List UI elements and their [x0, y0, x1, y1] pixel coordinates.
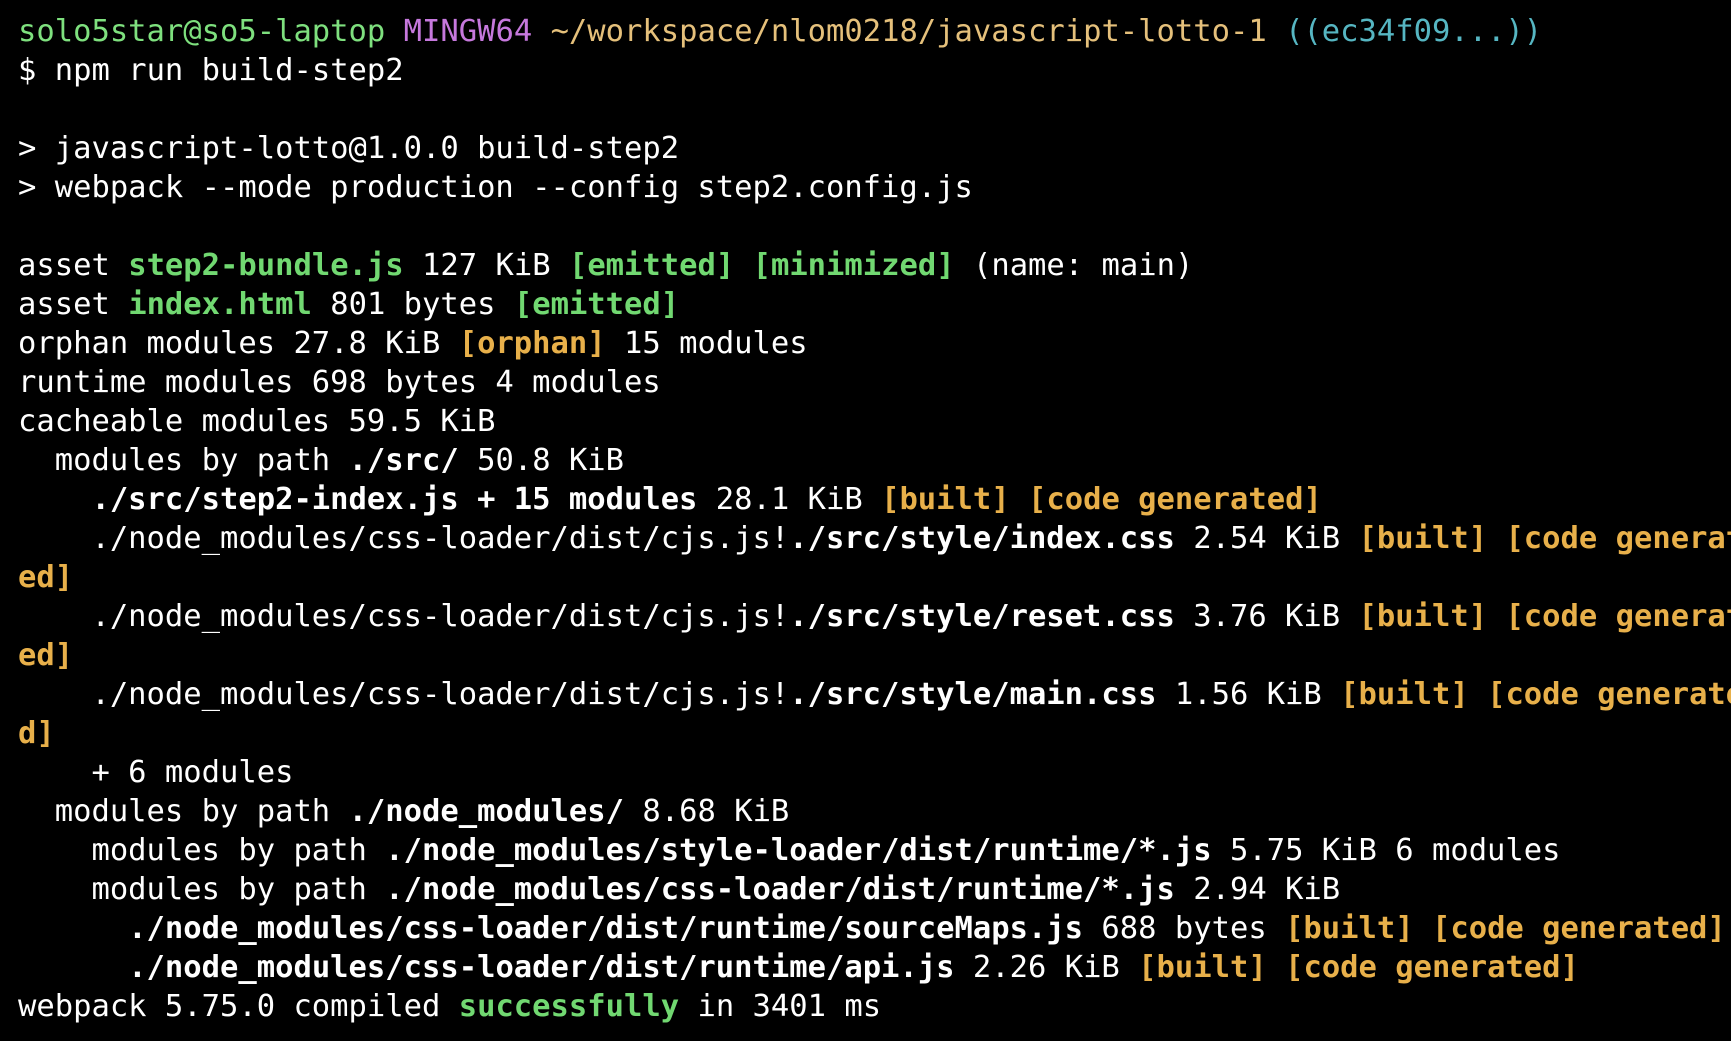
module-size: 688 bytes	[1101, 911, 1267, 946]
asset-prefix: asset	[18, 248, 110, 283]
css-file: ./src/style/reset.css	[789, 599, 1175, 634]
tag-built: [built]	[1138, 950, 1267, 985]
group-size: 2.94 KiB	[1193, 872, 1341, 907]
group-size: 5.75 KiB 6 modules	[1229, 833, 1561, 868]
asset-prefix: asset	[18, 287, 110, 322]
tag-code-generated: [code generated]	[1431, 911, 1726, 946]
tag-built: [built]	[881, 482, 1010, 517]
prompt-shell: MINGW64	[403, 14, 533, 49]
script-line-2: > webpack --mode production --config ste…	[18, 170, 973, 205]
asset-name: step2-bundle.js	[128, 248, 404, 283]
prompt-path: ~/workspace/nlom0218/javascript-lotto-1	[550, 14, 1267, 49]
asset-tag-emitted: [emitted]	[513, 287, 680, 322]
nm-group-line: modules by path ./node_modules/ 8.68 KiB	[18, 792, 1731, 831]
module-size: 3.76 KiB	[1193, 599, 1341, 634]
prompt-git-branch: ((ec34f09...))	[1285, 14, 1543, 49]
loader-path: ./node_modules/css-loader/dist/cjs.js!	[91, 677, 790, 712]
tag-code-generated: [code generate	[1487, 677, 1731, 712]
step2-index-line: ./src/step2-index.js + 15 modules 28.1 K…	[18, 480, 1731, 519]
module-size: 2.54 KiB	[1193, 521, 1341, 556]
tag-code-generated: [code generated]	[1028, 482, 1322, 517]
module-size: 1.56 KiB	[1174, 677, 1322, 712]
loader-path: ./node_modules/css-loader/dist/cjs.js!	[91, 599, 790, 634]
asset-name: index.html	[128, 287, 312, 322]
compiled-time: in 3401 ms	[697, 989, 882, 1024]
runtime-file-line: ./node_modules/css-loader/dist/runtime/a…	[18, 948, 1731, 987]
asset-line-bundle: asset step2-bundle.js 127 KiB [emitted] …	[18, 246, 1731, 285]
css-loader-group-line: modules by path ./node_modules/css-loade…	[18, 870, 1731, 909]
group-size: 8.68 KiB	[642, 794, 790, 829]
script-line-1: > javascript-lotto@1.0.0 build-step2	[18, 131, 680, 166]
compiled-status: successfully	[458, 989, 680, 1024]
tag-code-generated: [code generated]	[1285, 950, 1579, 985]
compiled-text: webpack 5.75.0 compiled	[18, 989, 441, 1024]
css-module-line: ./node_modules/css-loader/dist/cjs.js!./…	[18, 519, 1731, 558]
command-line: $ npm run build-step2	[18, 51, 1731, 90]
tag-built: [built]	[1358, 599, 1488, 634]
runtime-line: runtime modules 698 bytes 4 modules	[18, 365, 661, 400]
asset-size: 127 KiB	[422, 248, 551, 283]
loader-path: ./node_modules/css-loader/dist/cjs.js!	[91, 521, 790, 556]
tag-code-generated-wrap: ed]	[18, 560, 74, 595]
css-file: ./src/style/main.css	[789, 677, 1157, 712]
group-label: modules by path	[91, 833, 367, 868]
group-path: ./src/	[348, 443, 459, 478]
module-size: 2.26 KiB	[972, 950, 1120, 985]
group-label: modules by path	[91, 872, 367, 907]
css-file: ./src/style/index.css	[789, 521, 1175, 556]
orphan-line: orphan modules 27.8 KiB [orphan] 15 modu…	[18, 324, 1731, 363]
asset-suffix: (name: main)	[972, 248, 1194, 283]
tag-built: [built]	[1358, 521, 1488, 556]
group-label: modules by path	[54, 443, 331, 478]
tag-code-generated: [code generat	[1505, 599, 1731, 634]
compiled-line: webpack 5.75.0 compiled successfully in …	[18, 987, 1731, 1026]
wrap-line: ed]	[18, 558, 1731, 597]
tag-built: [built]	[1285, 911, 1414, 946]
group-path: ./node_modules/style-loader/dist/runtime…	[385, 833, 1212, 868]
style-loader-group-line: modules by path ./node_modules/style-loa…	[18, 831, 1731, 870]
group-size: 50.8 KiB	[477, 443, 625, 478]
asset-tag-minimized: [minimized]	[752, 248, 955, 283]
group-path: ./node_modules/	[348, 794, 625, 829]
asset-size: 801 bytes	[330, 287, 496, 322]
prompt-user-host: solo5star@so5-laptop	[18, 14, 386, 49]
group-label: modules by path	[54, 794, 331, 829]
prompt-symbol: $	[18, 53, 37, 88]
wrap-line: d]	[18, 714, 1731, 753]
asset-tag-emitted: [emitted]	[568, 248, 735, 283]
tag-code-generated-wrap: d]	[18, 716, 55, 751]
prompt-line: solo5star@so5-laptop MINGW64 ~/workspace…	[18, 12, 1731, 51]
module-size: 28.1 KiB	[715, 482, 863, 517]
module-path: ./src/step2-index.js + 15 modules	[91, 482, 698, 517]
tag-built: [built]	[1340, 677, 1469, 712]
wrap-line: ed]	[18, 636, 1731, 675]
css-module-line: ./node_modules/css-loader/dist/cjs.js!./…	[18, 597, 1731, 636]
module-path: ./node_modules/css-loader/dist/runtime/a…	[128, 950, 955, 985]
terminal-window[interactable]: solo5star@so5-laptop MINGW64 ~/workspace…	[0, 0, 1731, 1041]
orphan-count: 15 modules	[624, 326, 808, 361]
orphan-text: orphan modules 27.8 KiB	[18, 326, 441, 361]
tag-code-generated: [code generat	[1505, 521, 1731, 556]
plus-modules: + 6 modules	[91, 755, 294, 790]
group-path: ./node_modules/css-loader/dist/runtime/*…	[385, 872, 1175, 907]
asset-line-index: asset index.html 801 bytes [emitted]	[18, 285, 1731, 324]
css-module-line: ./node_modules/css-loader/dist/cjs.js!./…	[18, 675, 1731, 714]
orphan-tag: [orphan]	[458, 326, 606, 361]
tag-code-generated-wrap: ed]	[18, 638, 74, 673]
cacheable-line: cacheable modules 59.5 KiB	[18, 404, 496, 439]
module-path: ./node_modules/css-loader/dist/runtime/s…	[128, 911, 1084, 946]
src-group-line: modules by path ./src/ 50.8 KiB	[18, 441, 1731, 480]
plus-modules-line: + 6 modules	[18, 753, 1731, 792]
command-text: npm run build-step2	[54, 53, 404, 88]
runtime-file-line: ./node_modules/css-loader/dist/runtime/s…	[18, 909, 1731, 948]
